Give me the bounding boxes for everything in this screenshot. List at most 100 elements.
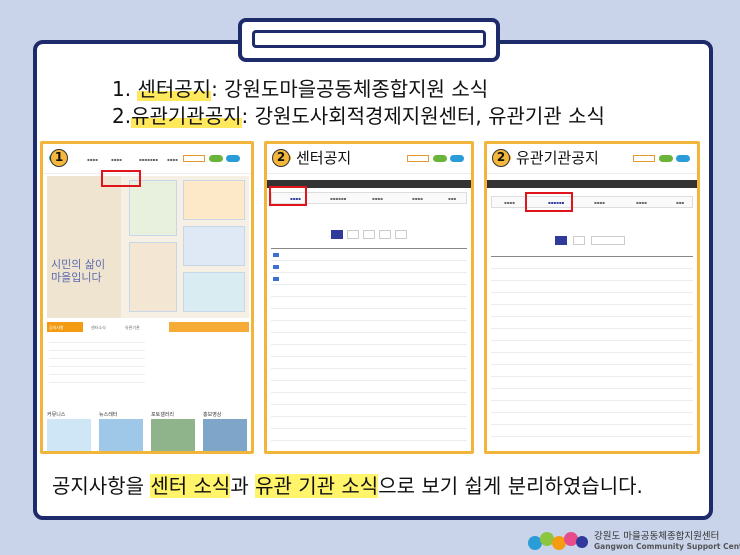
table-row[interactable] xyxy=(491,436,693,437)
table-row[interactable] xyxy=(271,308,467,309)
notice-tabs: 공지사항 센터소식 유관기관 xyxy=(47,322,249,332)
table-row[interactable] xyxy=(491,304,693,305)
poster-thumb[interactable] xyxy=(183,226,245,266)
table-row[interactable] xyxy=(271,332,467,333)
tab-faq[interactable]: ▪▪▪ xyxy=(448,196,456,201)
section-title: 포토갤러리 xyxy=(151,412,175,418)
login-button[interactable] xyxy=(659,155,673,162)
list-item[interactable] xyxy=(49,358,145,359)
tab-newsletter[interactable]: ▪▪▪▪ xyxy=(594,200,605,205)
filter-button[interactable] xyxy=(591,236,625,245)
table-row[interactable] xyxy=(491,400,693,401)
nav-item[interactable]: ▪▪▪▪▪▪▪ xyxy=(139,157,158,162)
list-item[interactable] xyxy=(49,350,145,351)
table-row[interactable] xyxy=(271,296,467,297)
filter-button[interactable] xyxy=(379,230,391,239)
table-row[interactable] xyxy=(271,404,467,405)
table-row[interactable] xyxy=(271,392,467,393)
table-row[interactable] xyxy=(271,416,467,417)
media-thumb[interactable] xyxy=(151,419,195,451)
tab-archive[interactable]: ▪▪▪▪ xyxy=(636,200,647,205)
tab-related-label[interactable]: 유관기관 xyxy=(125,325,140,331)
table-row[interactable] xyxy=(491,364,693,365)
media-thumb[interactable] xyxy=(47,419,91,451)
table-row[interactable] xyxy=(491,328,693,329)
poster-thumb[interactable] xyxy=(183,272,245,312)
board-tabs: ▪▪▪▪ ▪▪▪▪▪▪ ▪▪▪▪ ▪▪▪▪ ▪▪▪ xyxy=(491,196,693,208)
screenshot-center-notice: ▪▪▪▪ ▪▪▪▪▪▪ ▪▪▪▪ ▪▪▪▪ ▪▪▪ xyxy=(264,141,474,454)
poster-thumb[interactable] xyxy=(183,180,245,220)
table-row[interactable] xyxy=(271,260,467,261)
schedule-header xyxy=(169,322,249,332)
filter-button[interactable] xyxy=(347,230,359,239)
filter-button[interactable] xyxy=(395,230,407,239)
table-row[interactable] xyxy=(491,268,693,269)
section-title: 커뮤니스 xyxy=(47,412,66,418)
search-input[interactable] xyxy=(183,155,205,162)
table-row[interactable] xyxy=(271,368,467,369)
section-title: 홍보영상 xyxy=(203,412,222,418)
nav-item[interactable]: ▪▪▪▪ xyxy=(87,157,98,162)
table-row[interactable] xyxy=(271,284,467,285)
join-button[interactable] xyxy=(226,155,240,162)
tab-newsletter[interactable]: ▪▪▪▪ xyxy=(372,196,383,201)
filter-all-button[interactable] xyxy=(555,236,567,245)
nav-item[interactable]: ▪▪▪▪ xyxy=(167,157,178,162)
filter-button[interactable] xyxy=(363,230,375,239)
panel-title-related-notice: 유관기관공지 xyxy=(516,149,599,167)
table-row[interactable] xyxy=(271,428,467,429)
summary-pre: 공지사항을 xyxy=(52,474,151,498)
login-button[interactable] xyxy=(433,155,447,162)
list-item[interactable] xyxy=(49,366,145,367)
poster-thumb[interactable] xyxy=(129,242,177,312)
table-row[interactable] xyxy=(491,280,693,281)
footer-logo-icon xyxy=(528,528,590,550)
clipboard-clip xyxy=(238,18,500,62)
heading-2-keyword: 유관기관공지 xyxy=(131,104,242,128)
tab-archive[interactable]: ▪▪▪▪ xyxy=(412,196,423,201)
filter-all-button[interactable] xyxy=(331,230,343,239)
step-badge-2: 2 xyxy=(272,149,290,167)
search-input[interactable] xyxy=(633,155,655,162)
list-item[interactable] xyxy=(49,342,145,343)
tab-related-notice[interactable]: ▪▪▪▪▪▪ xyxy=(330,196,346,201)
tab-faq[interactable]: ▪▪▪ xyxy=(676,200,684,205)
list-item[interactable] xyxy=(49,374,145,375)
table-row[interactable] xyxy=(491,352,693,353)
table-row[interactable] xyxy=(271,320,467,321)
media-thumb[interactable] xyxy=(203,419,247,451)
breadcrumb-bar xyxy=(487,180,697,188)
table-row[interactable] xyxy=(491,424,693,425)
panel-title-center-notice: 센터공지 xyxy=(296,149,352,167)
table-row[interactable] xyxy=(491,340,693,341)
table-row[interactable] xyxy=(271,380,467,381)
table-row[interactable] xyxy=(271,356,467,357)
table-row[interactable] xyxy=(491,292,693,293)
tab-notice-label: 공지사항 xyxy=(49,325,64,330)
search-input[interactable] xyxy=(407,155,429,162)
table-row[interactable] xyxy=(271,272,467,273)
table-header-line xyxy=(271,248,467,249)
step-badge-3: 2 xyxy=(492,149,510,167)
table-row[interactable] xyxy=(491,388,693,389)
tab-center-news-label[interactable]: 센터소식 xyxy=(91,325,106,331)
table-row[interactable] xyxy=(491,412,693,413)
filter-button[interactable] xyxy=(573,236,585,245)
table-row[interactable] xyxy=(491,316,693,317)
join-button[interactable] xyxy=(450,155,464,162)
heading-1-number: 1. xyxy=(112,77,138,101)
nav-item[interactable]: ▪▪▪▪ xyxy=(111,157,122,162)
poster-thumb[interactable] xyxy=(129,180,177,236)
media-thumb[interactable] xyxy=(99,419,143,451)
heading-1-keyword: 센터공지 xyxy=(137,77,212,101)
table-row[interactable] xyxy=(271,440,467,441)
tab-center-notice[interactable]: ▪▪▪▪ xyxy=(504,200,515,205)
table-row[interactable] xyxy=(271,344,467,345)
hero-banner: 시민의 삶이 마을입니다 xyxy=(47,176,249,318)
login-button[interactable] xyxy=(209,155,223,162)
table-row[interactable] xyxy=(491,376,693,377)
join-button[interactable] xyxy=(676,155,690,162)
footer-org-name-en: Gangwon Community Support Center xyxy=(594,542,740,551)
clipboard-clip-slot xyxy=(252,30,486,48)
list-item[interactable] xyxy=(49,382,145,383)
